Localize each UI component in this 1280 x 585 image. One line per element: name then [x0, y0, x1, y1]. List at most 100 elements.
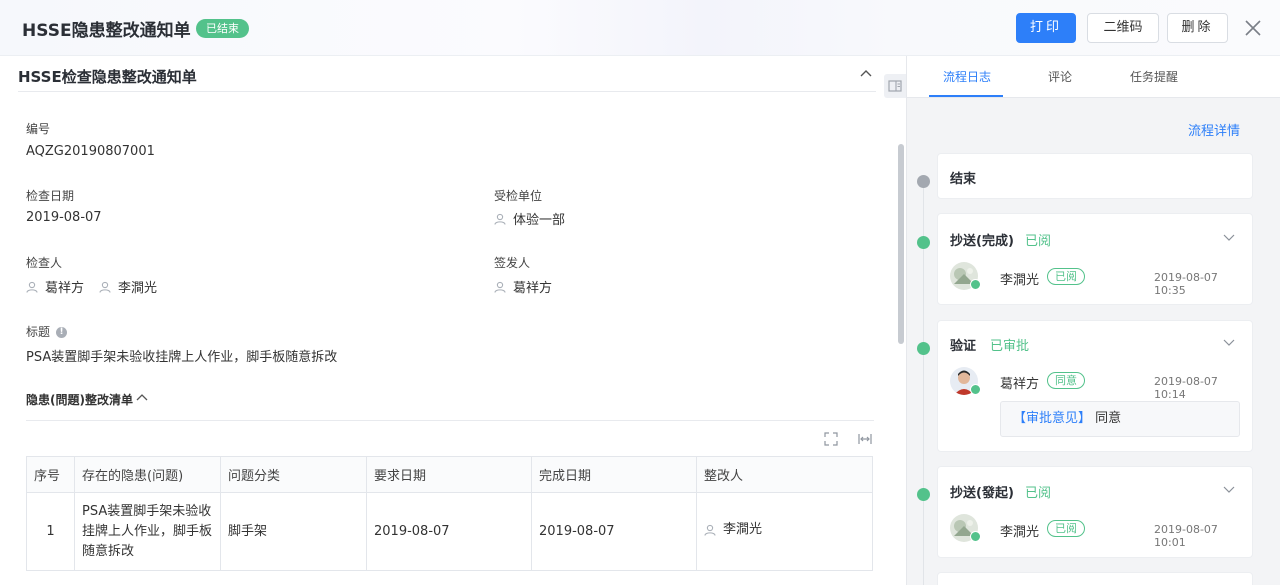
user-icon: [494, 281, 506, 293]
flow-node-cc-start: 抄送(發起) 已阅 李澗光 已阅 2019-08-07 10:01: [937, 466, 1253, 558]
node-status: 已阅: [1025, 486, 1052, 501]
flow-sidebar: 流程日志 评论 任务提醒 流程详情 结束 抄送(完成) 已阅 李澗光 已阅 20…: [906, 56, 1280, 585]
table-header-row: 序号 存在的隐患(问题) 问题分类 要求日期 完成日期 整改人: [26, 456, 873, 493]
close-icon[interactable]: [1243, 18, 1263, 38]
verified-check-icon: [970, 279, 981, 290]
check-date-label: 检查日期: [26, 189, 75, 203]
header-bar: HSSE隐患整改通知单 已结束 打印 二维码 删除: [0, 0, 1280, 56]
chevron-down-icon[interactable]: [1222, 230, 1236, 244]
panel-toggle-button[interactable]: [884, 74, 906, 98]
inspector-label: 检查人: [26, 256, 63, 270]
issue-table: 序号 存在的隐患(问题) 问题分类 要求日期 完成日期 整改人 1 PSA装置脚…: [26, 456, 873, 571]
print-button[interactable]: 打印: [1016, 13, 1076, 43]
rectifier-name: 李澗光: [723, 522, 763, 537]
sidebar-toggle-icon: [888, 80, 902, 92]
tab-comments[interactable]: 评论: [1048, 68, 1072, 85]
read-tag: 已阅: [1047, 520, 1085, 537]
inspector-name: 葛祥方: [45, 281, 85, 296]
opinion-key: 【审批意见】: [1013, 411, 1092, 426]
node-title: 结束: [950, 172, 977, 187]
col-index: 序号: [26, 456, 75, 493]
number-label: 编号: [26, 122, 51, 136]
status-badge: 已结束: [196, 19, 249, 38]
qr-code-button[interactable]: 二维码: [1087, 13, 1159, 43]
active-tab-indicator: [929, 95, 1003, 97]
tab-task-reminder[interactable]: 任务提醒: [1130, 68, 1178, 85]
inspected-unit-value: 体验一部: [494, 209, 565, 228]
info-icon[interactable]: !: [56, 327, 68, 338]
node-time: 2019-08-07 10:35: [1154, 271, 1218, 297]
person-name: 李澗光: [1000, 525, 1040, 540]
cell-required-date: 2019-08-07: [366, 492, 532, 571]
inspected-unit-label: 受检单位: [494, 189, 543, 203]
subject-value: PSA装置脚手架未验收挂牌上人作业，脚手板随意拆改: [26, 350, 338, 365]
inspector-name: 李澗光: [118, 281, 158, 296]
approval-opinion: 【审批意见】 同意: [1000, 401, 1240, 437]
person-name: 葛祥方: [1000, 377, 1040, 392]
cell-index: 1: [26, 492, 75, 571]
section-title: HSSE检查隐患整改通知单: [18, 68, 197, 86]
chevron-up-icon[interactable]: [858, 66, 874, 82]
issuer-label: 签发人: [494, 256, 531, 270]
issue-list-title: 隐患(問題)整改清单: [26, 393, 133, 407]
user-icon: [99, 281, 111, 293]
col-issue: 存在的隐患(问题): [74, 456, 221, 493]
node-title: 抄送(發起): [950, 486, 1014, 501]
timeline-dot-check-icon: [917, 342, 930, 355]
inspected-unit-text: 体验一部: [513, 213, 566, 228]
check-date-value: 2019-08-07: [26, 210, 102, 225]
cell-issue: PSA装置脚手架未验收挂牌上人作业，脚手板随意拆改: [74, 492, 221, 571]
cell-completed-date: 2019-08-07: [531, 492, 697, 571]
node-title: 验证: [950, 339, 977, 354]
sidebar-tabs: 流程日志 评论 任务提醒: [907, 56, 1280, 98]
person-name: 李澗光: [1000, 273, 1040, 288]
tab-flow-log[interactable]: 流程日志: [943, 68, 991, 85]
cell-rectifier: 李澗光: [696, 492, 873, 571]
chevron-up-icon[interactable]: [135, 391, 149, 405]
node-status: 已审批: [990, 339, 1030, 354]
fullscreen-icon[interactable]: [824, 432, 838, 446]
verified-check-icon: [970, 384, 981, 395]
number-value: AQZG20190807001: [26, 144, 155, 159]
flow-detail-link[interactable]: 流程详情: [1188, 120, 1240, 139]
divider: [18, 91, 876, 92]
col-completed-date: 完成日期: [531, 456, 697, 493]
timeline-dot-check-icon: [917, 236, 930, 249]
table-row[interactable]: 1 PSA装置脚手架未验收挂牌上人作业，脚手板随意拆改 脚手架 2019-08-…: [26, 492, 873, 571]
node-status: 已阅: [1025, 234, 1052, 249]
opinion-value: 同意: [1095, 411, 1122, 426]
verified-check-icon: [970, 531, 981, 542]
inspector-1: 葛祥方: [26, 277, 84, 296]
user-icon: [494, 213, 506, 225]
delete-button[interactable]: 删除: [1167, 13, 1228, 43]
timeline-dot-end: [917, 175, 930, 188]
column-width-icon[interactable]: [858, 432, 872, 446]
col-required-date: 要求日期: [366, 456, 532, 493]
cell-category: 脚手架: [220, 492, 367, 571]
node-title: 抄送(完成): [950, 234, 1014, 249]
col-rectifier: 整改人: [696, 456, 873, 493]
node-time: 2019-08-07 10:01: [1154, 523, 1218, 549]
page-title: HSSE隐患整改通知单: [22, 21, 191, 41]
col-category: 问题分类: [220, 456, 367, 493]
chevron-down-icon[interactable]: [1222, 482, 1236, 496]
scrollbar[interactable]: [898, 144, 904, 344]
divider: [26, 420, 874, 421]
timeline-dot-check-icon: [917, 488, 930, 501]
flow-node-verify: 验证 已审批 葛祥方 同意 2019-08-07 10:14 【审批意见】 同意: [937, 320, 1253, 452]
flow-node-cc-complete: 抄送(完成) 已阅 李澗光 已阅 2019-08-07 10:35: [937, 213, 1253, 305]
subject-label: 标题: [26, 325, 51, 339]
form-panel: HSSE检查隐患整改通知单 编号 AQZG20190807001 检查日期 20…: [0, 56, 906, 585]
node-time: 2019-08-07 10:14: [1154, 375, 1218, 401]
flow-node-partial: [937, 572, 1253, 585]
issuer-value: 葛祥方: [494, 277, 552, 296]
subject-label-row: 标题!: [26, 323, 68, 340]
inspector-2: 李澗光: [99, 277, 157, 296]
flow-node-end: 结束: [937, 153, 1253, 199]
user-icon: [704, 524, 716, 536]
approve-tag: 同意: [1047, 372, 1085, 389]
issuer-name: 葛祥方: [513, 281, 553, 296]
read-tag: 已阅: [1047, 268, 1085, 285]
chevron-down-icon[interactable]: [1222, 335, 1236, 349]
user-icon: [26, 281, 38, 293]
